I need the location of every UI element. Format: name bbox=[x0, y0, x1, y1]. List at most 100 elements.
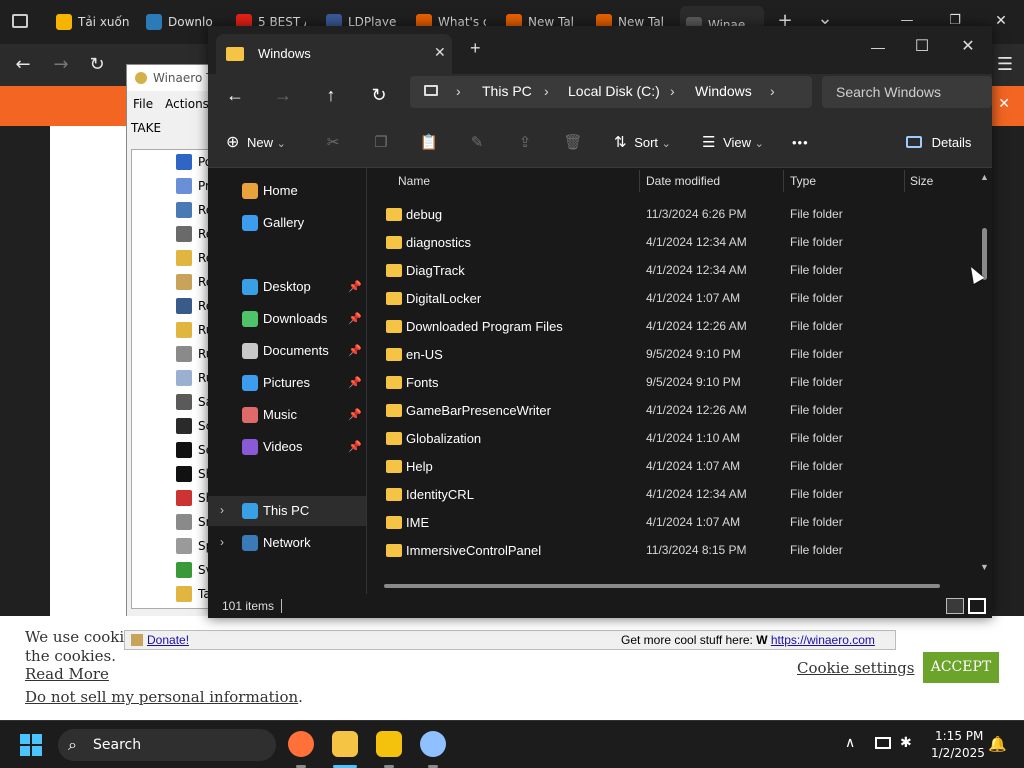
column-header-date-modified[interactable]: Date modified bbox=[646, 174, 720, 188]
tweaker-tree-item[interactable]: Sa bbox=[132, 390, 220, 414]
back-button[interactable]: ← bbox=[220, 80, 250, 110]
table-row[interactable]: ImmersiveControlPanel 11/3/2024 8:15 PM Fi… bbox=[368, 536, 972, 564]
column-separator[interactable] bbox=[904, 170, 905, 192]
table-row[interactable]: GameBarPresenceWriter 4/1/2024 12:26 AM Fi… bbox=[368, 396, 972, 424]
table-row[interactable]: Fonts 9/5/2024 9:10 PM File folder bbox=[368, 368, 972, 396]
taskbar-app-ldplayer-icon[interactable] bbox=[376, 731, 402, 757]
explorer-tab[interactable]: Windows ✕ bbox=[216, 34, 452, 74]
expand-chevron-icon[interactable]: › bbox=[220, 503, 224, 517]
view-button[interactable]: ☰ View ⌄ bbox=[702, 130, 764, 156]
tweaker-tree-item[interactable]: Ta bbox=[132, 582, 220, 606]
cookie-accept-button[interactable]: ACCEPT bbox=[923, 652, 999, 683]
browser-tab[interactable]: Downlo bbox=[146, 6, 216, 38]
tweaker-tree-item[interactable]: Re bbox=[132, 198, 220, 222]
copy-icon[interactable]: ❐ bbox=[370, 132, 392, 154]
table-row[interactable]: Help 4/1/2024 1:07 AM File folder bbox=[368, 452, 972, 480]
tweaker-tree-item[interactable]: Sv bbox=[132, 558, 220, 582]
table-row[interactable]: IdentityCRL 4/1/2024 12:34 AM File folder bbox=[368, 480, 972, 508]
paste-icon[interactable]: 📋 bbox=[418, 132, 440, 154]
scroll-up-arrow-icon[interactable]: ▲ bbox=[980, 172, 989, 182]
sidebar-item-pictures[interactable]: Pictures 📌 bbox=[208, 368, 366, 398]
taskbar-app-winaero-tweaker-icon[interactable] bbox=[420, 731, 446, 757]
sidebar-item-videos[interactable]: Videos 📌 bbox=[208, 432, 366, 462]
tweaker-tree-item[interactable]: Sh bbox=[132, 486, 220, 510]
scroll-down-arrow-icon[interactable]: ▼ bbox=[980, 562, 989, 572]
up-button[interactable]: ↑ bbox=[316, 80, 346, 110]
tweaker-tree-item[interactable]: Se bbox=[132, 438, 220, 462]
pin-icon[interactable]: 📌 bbox=[348, 280, 362, 293]
cookie-settings-link[interactable]: Cookie settings bbox=[797, 659, 914, 677]
table-row[interactable]: en-US 9/5/2024 9:10 PM File folder bbox=[368, 340, 972, 368]
column-separator[interactable] bbox=[639, 170, 640, 192]
explorer-maximize-button[interactable]: ☐ bbox=[900, 32, 944, 62]
breadcrumb-chevron-icon[interactable]: › bbox=[544, 83, 549, 99]
tray-overflow-chevron-icon[interactable]: ∧ bbox=[845, 735, 855, 751]
network-icon[interactable] bbox=[875, 737, 891, 749]
clock-date[interactable]: 1/2/2025 bbox=[931, 746, 985, 760]
breadcrumb-chevron-icon[interactable]: › bbox=[770, 83, 775, 99]
pane-divider[interactable] bbox=[366, 168, 367, 594]
browser-reload-button[interactable]: ↻ bbox=[84, 52, 110, 78]
winaero-link[interactable]: https://winaero.com bbox=[771, 633, 875, 647]
sidebar-item-gallery[interactable]: Gallery bbox=[208, 208, 366, 238]
horizontal-scrollbar[interactable] bbox=[384, 584, 940, 588]
tweaker-tree-item[interactable]: Re bbox=[132, 294, 220, 318]
browser-tab[interactable]: Tải xuốn bbox=[56, 6, 136, 38]
new-button[interactable]: ⊕ New ⌄ bbox=[226, 130, 286, 156]
sidebar-item-downloads[interactable]: Downloads 📌 bbox=[208, 304, 366, 334]
browser-menu-button[interactable]: ☰ bbox=[992, 52, 1018, 78]
breadcrumb-chevron-icon[interactable]: › bbox=[670, 83, 675, 99]
sidebar-item-network[interactable]: › Network bbox=[208, 528, 366, 558]
sidebar-item-documents[interactable]: Documents 📌 bbox=[208, 336, 366, 366]
delete-icon[interactable]: 🗑 bbox=[562, 132, 584, 154]
start-button[interactable] bbox=[20, 734, 44, 756]
breadcrumb-windows[interactable]: Windows bbox=[695, 83, 752, 99]
sidebar-item-music[interactable]: Music 📌 bbox=[208, 400, 366, 430]
banner-close-icon[interactable]: ✕ bbox=[998, 96, 1010, 112]
sidebar-item-desktop[interactable]: Desktop 📌 bbox=[208, 272, 366, 302]
table-row[interactable]: Globalization 4/1/2024 1:10 AM File folder bbox=[368, 424, 972, 452]
taskbar-search[interactable]: ⌕ Search bbox=[58, 729, 276, 761]
rename-icon[interactable]: ✎ bbox=[466, 132, 488, 154]
table-row[interactable]: debug 11/3/2024 6:26 PM File folder bbox=[368, 200, 972, 228]
sidebar-item-home[interactable]: Home bbox=[208, 176, 366, 206]
pin-icon[interactable]: 📌 bbox=[348, 440, 362, 453]
expand-chevron-icon[interactable]: › bbox=[220, 535, 224, 549]
column-header-type[interactable]: Type bbox=[790, 174, 816, 188]
tweaker-tree-item[interactable]: Ru bbox=[132, 342, 220, 366]
breadcrumb-this-pc[interactable]: This PC bbox=[482, 83, 532, 99]
tweaker-tree-item[interactable]: Pr bbox=[132, 174, 220, 198]
explorer-minimize-button[interactable]: — bbox=[856, 32, 900, 62]
taskbar-app-firefox-icon[interactable] bbox=[288, 731, 314, 757]
vertical-scrollbar[interactable]: ▲ ▼ bbox=[978, 168, 992, 578]
do-not-sell-link[interactable]: Do not sell my personal information. bbox=[25, 688, 303, 706]
cut-icon[interactable]: ✂ bbox=[322, 132, 344, 154]
table-row[interactable]: DigitalLocker 4/1/2024 1:07 AM File folder bbox=[368, 284, 972, 312]
tweaker-tree-item[interactable]: Sn bbox=[132, 510, 220, 534]
tweaker-menu-actions[interactable]: Actions bbox=[165, 97, 209, 111]
pin-icon[interactable]: 📌 bbox=[348, 312, 362, 325]
browser-back-button[interactable]: ← bbox=[10, 52, 36, 78]
large-icons-view-icon[interactable] bbox=[968, 598, 986, 614]
details-view-icon[interactable] bbox=[946, 598, 964, 614]
table-row[interactable]: diagnostics 4/1/2024 12:34 AM File folder bbox=[368, 228, 972, 256]
explorer-new-tab-button[interactable]: + bbox=[470, 38, 481, 59]
more-options-button[interactable]: ••• bbox=[792, 130, 809, 156]
pin-icon[interactable]: 📌 bbox=[348, 344, 362, 357]
tweaker-search-input[interactable]: TAKE bbox=[127, 117, 217, 139]
tweaker-tree-item[interactable]: Re bbox=[132, 246, 220, 270]
winaero-tweaker-window[interactable]: Winaero T File Actions TAKE Po Pr Re Re Re Re… bbox=[126, 64, 221, 620]
tweaker-tree-item[interactable]: Po bbox=[132, 150, 220, 174]
file-explorer-window[interactable]: Windows ✕ + — ☐ ✕ ← → ↑ ↻ › This PC › Lo… bbox=[208, 26, 992, 618]
address-bar[interactable]: › This PC › Local Disk (C:) › Windows › bbox=[410, 76, 812, 108]
tab-close-icon[interactable]: ✕ bbox=[434, 44, 446, 61]
tweaker-tree-item[interactable]: Ru bbox=[132, 366, 220, 390]
sort-button[interactable]: ⇅ Sort ⌄ bbox=[614, 130, 671, 156]
column-header-size[interactable]: Size bbox=[910, 174, 933, 188]
breadcrumb-chevron-icon[interactable]: › bbox=[456, 83, 461, 99]
tweaker-tree-item[interactable]: Sp bbox=[132, 534, 220, 558]
tweaker-tree-item[interactable]: Sh bbox=[132, 462, 220, 486]
donate-link[interactable]: Donate! bbox=[131, 633, 189, 647]
breadcrumb-local-disk[interactable]: Local Disk (C:) bbox=[568, 83, 660, 99]
tweaker-tree-item[interactable]: Sc bbox=[132, 414, 220, 438]
